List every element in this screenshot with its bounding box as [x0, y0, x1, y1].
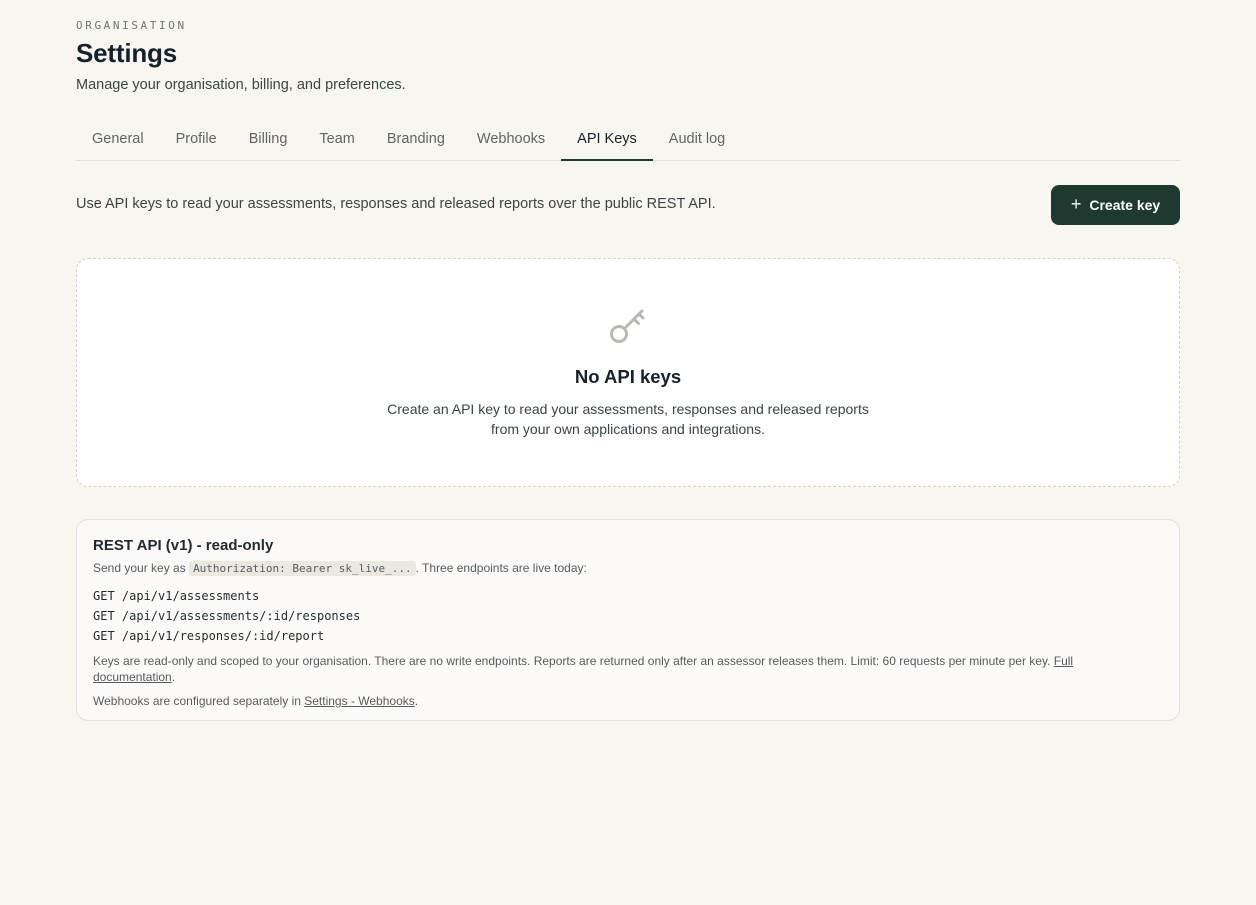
endpoint-list: GET /api/v1/assessments GET /api/v1/asse…	[93, 586, 1133, 646]
auth-instructions: Send your key as Authorization: Bearer s…	[93, 560, 1133, 577]
plus-icon: +	[1070, 194, 1082, 214]
tab-audit-log[interactable]: Audit log	[653, 118, 741, 160]
api-keys-intro: Use API keys to read your assessments, r…	[76, 196, 716, 212]
tab-general[interactable]: General	[76, 118, 160, 160]
page-title: Settings	[76, 38, 177, 68]
tab-webhooks[interactable]: Webhooks	[461, 118, 561, 160]
endpoint-assessment-responses: GET /api/v1/assessments/:id/responses	[93, 609, 361, 623]
page-subtitle: Manage your organisation, billing, and p…	[76, 77, 406, 93]
auth-header-code: Authorization: Bearer sk_live_...	[189, 561, 416, 576]
tab-billing[interactable]: Billing	[233, 118, 304, 160]
empty-state-description: Create an API key to read your assessmen…	[387, 401, 869, 437]
endpoint-response-report: GET /api/v1/responses/:id/report	[93, 629, 325, 643]
rest-api-info-card: REST API (v1) - read-only Send your key …	[76, 519, 1180, 721]
create-key-button[interactable]: + Create key	[1051, 185, 1180, 225]
auth-suffix: . Three endpoints are live today:	[415, 561, 587, 575]
api-note-text: Keys are read-only and scoped to your or…	[93, 654, 1051, 668]
endpoint-assessments: GET /api/v1/assessments	[93, 589, 260, 603]
key-icon	[610, 309, 645, 343]
tab-branding[interactable]: Branding	[371, 118, 461, 160]
tab-api-keys[interactable]: API Keys	[561, 118, 653, 161]
auth-prefix: Send your key as	[93, 561, 190, 575]
webhooks-note: Webhooks are configured separately in Se…	[93, 694, 419, 708]
rest-api-title: REST API (v1) - read-only	[93, 537, 274, 554]
create-key-label: Create key	[1089, 197, 1161, 213]
tab-profile[interactable]: Profile	[160, 118, 233, 160]
webhooks-note-text: Webhooks are configured separately in	[93, 694, 305, 708]
page-eyebrow: ORGANISATION	[76, 19, 187, 32]
tab-team[interactable]: Team	[303, 118, 370, 160]
empty-state-title: No API keys	[574, 366, 682, 387]
empty-state-card: No API keys Create an API key to read yo…	[76, 258, 1180, 487]
settings-tabs: General Profile Billing Team Branding We…	[76, 118, 1180, 161]
settings-webhooks-link[interactable]: Settings - Webhooks	[304, 694, 415, 708]
api-limits-note: Keys are read-only and scoped to your or…	[93, 654, 1074, 684]
